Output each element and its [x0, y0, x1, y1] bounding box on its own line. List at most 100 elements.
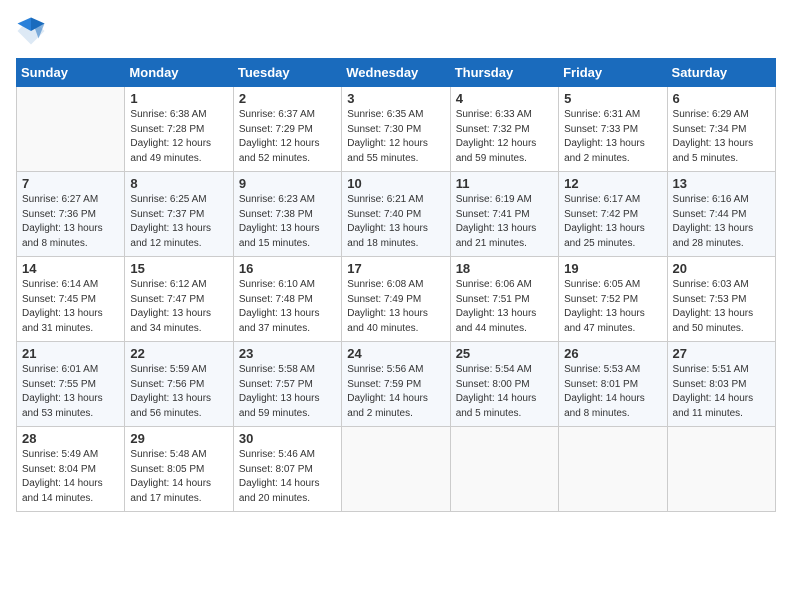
daylight-text-line2: and 15 minutes.: [239, 237, 336, 252]
calendar-cell: 13Sunrise: 6:16 AMSunset: 7:44 PMDayligh…: [667, 172, 775, 257]
day-number: 24: [347, 346, 444, 361]
calendar-cell: 22 Sunrise: 5:59 AMSunset: 7:56 PMDayligh…: [125, 342, 233, 427]
calendar-week-2: 7Sunrise: 6:27 AMSunset: 7:36 PMDaylight…: [17, 172, 776, 257]
sunrise-text: Sunrise: 6:27 AM: [22, 193, 119, 208]
daylight-text-line2: and 49 minutes.: [130, 152, 227, 167]
sunrise-text: Sunrise: 6:38 AM: [130, 108, 227, 123]
sunrise-text: Sunrise: 6:06 AM: [456, 278, 553, 293]
sunrise-text: Sunrise: 6:31 AM: [564, 108, 661, 123]
day-info: Sunrise: 6:37 AMSunset: 7:29 PMDaylight:…: [239, 108, 336, 166]
daylight-text-line1: Daylight: 13 hours: [239, 392, 336, 407]
daylight-text-line1: Daylight: 12 hours: [130, 137, 227, 152]
sunrise-text: Sunrise: 6:17 AM: [564, 193, 661, 208]
day-info: Sunrise: 6:06 AMSunset: 7:51 PMDaylight:…: [456, 278, 553, 336]
daylight-text-line1: Daylight: 13 hours: [22, 222, 119, 237]
sunset-text: Sunset: 7:45 PM: [22, 293, 119, 308]
daylight-text-line1: Daylight: 13 hours: [22, 307, 119, 322]
sunrise-text: Sunrise: 6:21 AM: [347, 193, 444, 208]
daylight-text-line1: Daylight: 13 hours: [347, 307, 444, 322]
day-number: 7: [22, 176, 119, 191]
sunset-text: Sunset: 7:41 PM: [456, 208, 553, 223]
day-number: 22: [130, 346, 227, 361]
sunset-text: Sunset: 7:42 PM: [564, 208, 661, 223]
calendar-cell: 17Sunrise: 6:08 AMSunset: 7:49 PMDayligh…: [342, 257, 450, 342]
sunrise-text: Sunrise: 6:05 AM: [564, 278, 661, 293]
daylight-text-line2: and 44 minutes.: [456, 322, 553, 337]
day-number: 18: [456, 261, 553, 276]
day-number: 21: [22, 346, 119, 361]
daylight-text-line2: and 11 minutes.: [673, 407, 770, 422]
sunset-text: Sunset: 8:04 PM: [22, 463, 119, 478]
day-info: Sunrise: 6:12 AMSunset: 7:47 PMDaylight:…: [130, 278, 227, 336]
calendar-cell: 14Sunrise: 6:14 AMSunset: 7:45 PMDayligh…: [17, 257, 125, 342]
day-info: Sunrise: 6:08 AMSunset: 7:49 PMDaylight:…: [347, 278, 444, 336]
weekday-saturday: Saturday: [667, 59, 775, 87]
day-info: Sunrise: 5:59 AMSunset: 7:56 PMDaylight:…: [130, 363, 227, 421]
daylight-text-line1: Daylight: 13 hours: [564, 137, 661, 152]
daylight-text-line1: Daylight: 13 hours: [564, 222, 661, 237]
day-number: 4: [456, 91, 553, 106]
day-number: 20: [673, 261, 770, 276]
daylight-text-line1: Daylight: 13 hours: [456, 307, 553, 322]
sunset-text: Sunset: 8:05 PM: [130, 463, 227, 478]
sunrise-text: Sunrise: 6:03 AM: [673, 278, 770, 293]
daylight-text-line2: and 59 minutes.: [456, 152, 553, 167]
sunset-text: Sunset: 7:55 PM: [22, 378, 119, 393]
daylight-text-line2: and 52 minutes.: [239, 152, 336, 167]
weekday-friday: Friday: [559, 59, 667, 87]
day-info: Sunrise: 6:14 AMSunset: 7:45 PMDaylight:…: [22, 278, 119, 336]
sunset-text: Sunset: 7:28 PM: [130, 123, 227, 138]
sunset-text: Sunset: 8:07 PM: [239, 463, 336, 478]
daylight-text-line2: and 37 minutes.: [239, 322, 336, 337]
day-number: 23: [239, 346, 336, 361]
daylight-text-line2: and 12 minutes.: [130, 237, 227, 252]
sunrise-text: Sunrise: 6:33 AM: [456, 108, 553, 123]
sunrise-text: Sunrise: 6:37 AM: [239, 108, 336, 123]
weekday-sunday: Sunday: [17, 59, 125, 87]
calendar-cell: 2 Sunrise: 6:37 AMSunset: 7:29 PMDaylight…: [233, 87, 341, 172]
sunrise-text: Sunrise: 5:59 AM: [130, 363, 227, 378]
sunrise-text: Sunrise: 6:35 AM: [347, 108, 444, 123]
day-info: Sunrise: 6:31 AMSunset: 7:33 PMDaylight:…: [564, 108, 661, 166]
daylight-text-line1: Daylight: 13 hours: [130, 307, 227, 322]
day-number: 8: [130, 176, 227, 191]
sunset-text: Sunset: 7:49 PM: [347, 293, 444, 308]
daylight-text-line2: and 17 minutes.: [130, 492, 227, 507]
day-info: Sunrise: 5:54 AMSunset: 8:00 PMDaylight:…: [456, 363, 553, 421]
daylight-text-line1: Daylight: 14 hours: [22, 477, 119, 492]
daylight-text-line1: Daylight: 14 hours: [673, 392, 770, 407]
sunrise-text: Sunrise: 5:56 AM: [347, 363, 444, 378]
calendar-table: SundayMondayTuesdayWednesdayThursdayFrid…: [16, 58, 776, 512]
calendar-header: SundayMondayTuesdayWednesdayThursdayFrid…: [17, 59, 776, 87]
daylight-text-line2: and 18 minutes.: [347, 237, 444, 252]
sunrise-text: Sunrise: 6:19 AM: [456, 193, 553, 208]
sunrise-text: Sunrise: 6:25 AM: [130, 193, 227, 208]
day-info: Sunrise: 6:10 AMSunset: 7:48 PMDaylight:…: [239, 278, 336, 336]
day-number: 25: [456, 346, 553, 361]
daylight-text-line1: Daylight: 12 hours: [347, 137, 444, 152]
sunset-text: Sunset: 7:53 PM: [673, 293, 770, 308]
day-info: Sunrise: 5:48 AMSunset: 8:05 PMDaylight:…: [130, 448, 227, 506]
daylight-text-line2: and 5 minutes.: [673, 152, 770, 167]
daylight-text-line2: and 5 minutes.: [456, 407, 553, 422]
calendar-cell: 30Sunrise: 5:46 AMSunset: 8:07 PMDayligh…: [233, 427, 341, 512]
day-info: Sunrise: 5:46 AMSunset: 8:07 PMDaylight:…: [239, 448, 336, 506]
calendar-cell: 20Sunrise: 6:03 AMSunset: 7:53 PMDayligh…: [667, 257, 775, 342]
daylight-text-line2: and 2 minutes.: [347, 407, 444, 422]
calendar-cell: 8 Sunrise: 6:25 AMSunset: 7:37 PMDaylight…: [125, 172, 233, 257]
calendar-cell: 19Sunrise: 6:05 AMSunset: 7:52 PMDayligh…: [559, 257, 667, 342]
sunset-text: Sunset: 7:29 PM: [239, 123, 336, 138]
sunset-text: Sunset: 7:36 PM: [22, 208, 119, 223]
calendar-cell: 7 Sunrise: 6:27 AMSunset: 7:36 PMDaylight…: [17, 172, 125, 257]
daylight-text-line1: Daylight: 13 hours: [239, 222, 336, 237]
calendar-cell: [450, 427, 558, 512]
daylight-text-line1: Daylight: 13 hours: [22, 392, 119, 407]
calendar-cell: 9Sunrise: 6:23 AMSunset: 7:38 PMDaylight…: [233, 172, 341, 257]
day-number: 2: [239, 91, 336, 106]
daylight-text-line2: and 34 minutes.: [130, 322, 227, 337]
day-info: Sunrise: 6:16 AMSunset: 7:44 PMDaylight:…: [673, 193, 770, 251]
daylight-text-line2: and 25 minutes.: [564, 237, 661, 252]
sunset-text: Sunset: 7:33 PM: [564, 123, 661, 138]
day-info: Sunrise: 6:25 AMSunset: 7:37 PMDaylight:…: [130, 193, 227, 251]
sunrise-text: Sunrise: 5:58 AM: [239, 363, 336, 378]
